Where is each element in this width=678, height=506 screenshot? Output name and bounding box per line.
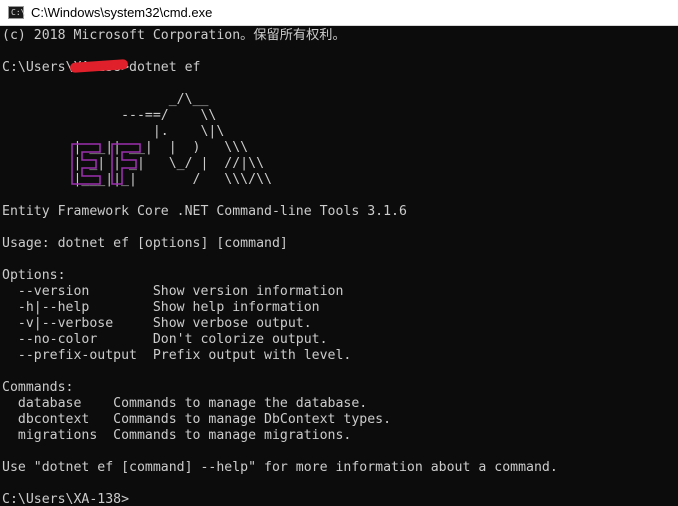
cmd-icon[interactable]: C:\	[8, 6, 26, 19]
console-line: --no-color Don't colorize output.	[2, 332, 328, 347]
console-line: database Commands to manage the database…	[2, 396, 368, 411]
console-line: (c) 2018 Microsoft Corporation。保留所有权利。	[2, 28, 346, 43]
window-title: C:\Windows\system32\cmd.exe	[31, 5, 213, 20]
title-bar[interactable]: C:\ C:\Windows\system32\cmd.exe	[0, 0, 678, 26]
console-line: -h|--help Show help information	[2, 300, 320, 315]
console-output[interactable]: (c) 2018 Microsoft Corporation。保留所有权利。 C…	[0, 26, 678, 506]
console-line: -v|--verbose Show verbose output.	[2, 316, 312, 331]
console-line: Entity Framework Core .NET Command-line …	[2, 204, 407, 219]
ef-logo-strokes	[71, 143, 141, 185]
console-line: ---==/ \\	[2, 108, 217, 123]
console-line: C:\Users\XA-138>	[2, 492, 130, 506]
console-line: Use "dotnet ef [command] --help" for mor…	[2, 460, 558, 475]
console-line: --version Show version information	[2, 284, 344, 299]
console-line: --prefix-output Prefix output with level…	[2, 348, 352, 363]
console-line: Commands:	[2, 380, 74, 395]
console-line: dbcontext Commands to manage DbContext t…	[2, 412, 392, 427]
console-line: Usage: dotnet ef [options] [command]	[2, 236, 288, 251]
ef-logo-icon	[71, 143, 141, 185]
cmd-icon-glyph: C:\	[11, 8, 26, 17]
console-line: Options:	[2, 268, 66, 283]
console-line: migrations Commands to manage migrations…	[2, 428, 352, 443]
console-line: _/\__	[2, 92, 209, 107]
